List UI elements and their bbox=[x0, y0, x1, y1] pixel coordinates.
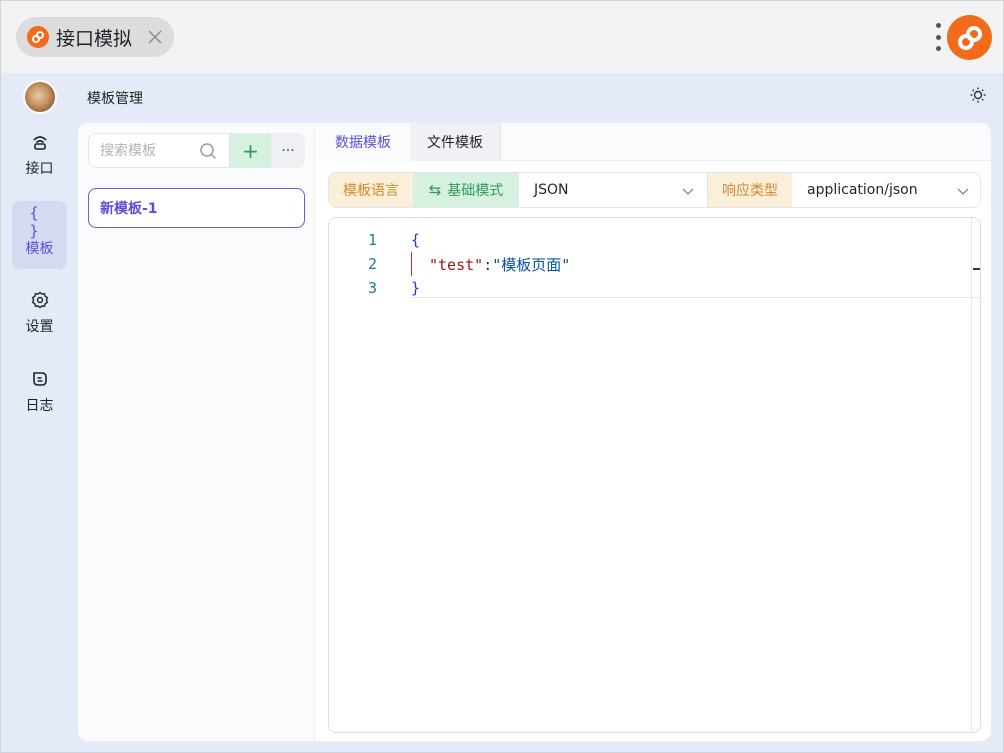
template-name: 新模板-1 bbox=[100, 201, 158, 217]
content-card: + ··· 新模板-1 数据模板 文件模板 模板语言 ⇆ 基础模式 bbox=[78, 123, 991, 741]
sidebar-item-label: 接口 bbox=[25, 161, 54, 177]
chevron-down-icon bbox=[681, 184, 695, 198]
sidebar-item-interfaces[interactable]: 接口 bbox=[12, 121, 67, 189]
editor-scrollbar[interactable] bbox=[971, 218, 980, 732]
app-logo-icon bbox=[27, 26, 49, 48]
code-editor[interactable]: 1 { 2 "test":"模板页面" 3 } bbox=[328, 217, 981, 733]
template-editor-panel: 数据模板 文件模板 模板语言 ⇆ 基础模式 JSON 响应类型 applicat… bbox=[316, 123, 991, 741]
page-title: 模板管理 bbox=[87, 91, 143, 107]
sidebar: 接口 { } 模板 设置 日志 bbox=[1, 73, 78, 752]
app-tab-title: 接口模拟 bbox=[56, 27, 133, 50]
chevron-down-icon bbox=[956, 184, 970, 198]
code-text: { bbox=[411, 231, 421, 249]
sidebar-item-settings[interactable]: 设置 bbox=[12, 279, 67, 347]
broadcast-icon bbox=[30, 132, 50, 152]
title-bar: 接口模拟 bbox=[1, 1, 1003, 73]
theme-toggle-button[interactable] bbox=[964, 83, 992, 111]
code-line: 3 } bbox=[329, 276, 980, 300]
code-text: "test":"模板页面" bbox=[429, 254, 570, 275]
json-value: "模板页面" bbox=[492, 255, 571, 274]
swap-icon: ⇆ bbox=[428, 181, 442, 199]
template-list-panel: + ··· 新模板-1 bbox=[78, 123, 315, 741]
main-area: 接口 { } 模板 设置 日志 模板管理 搜索模板 + ··· 新模板-1 数据… bbox=[1, 73, 1003, 752]
code-text: } bbox=[411, 279, 421, 297]
search-box[interactable] bbox=[88, 133, 230, 168]
template-toolbar: 模板语言 ⇆ 基础模式 JSON 响应类型 application/json bbox=[328, 172, 981, 208]
sidebar-item-logs[interactable]: 日志 bbox=[12, 358, 67, 426]
app-window: 接口模拟 接口 {} 模板 设置 日志 模板管理 搜索模板 + ··· 新模板… bbox=[0, 0, 1004, 753]
json-colon: : bbox=[483, 255, 493, 274]
brand-logo-icon bbox=[947, 15, 992, 60]
response-type-value: application/json bbox=[807, 182, 918, 198]
app-tab[interactable]: 接口模拟 bbox=[16, 17, 174, 57]
language-select-value: JSON bbox=[534, 182, 569, 198]
braces-icon: { } bbox=[29, 204, 41, 240]
sidebar-item-templates[interactable]: { } 模板 bbox=[12, 201, 67, 269]
search-input[interactable] bbox=[100, 142, 195, 159]
line-number: 3 bbox=[367, 279, 377, 297]
response-type-label: 响应类型 bbox=[708, 173, 792, 207]
sun-icon bbox=[969, 86, 987, 108]
template-language-label: 模板语言 bbox=[329, 173, 413, 207]
more-options-button[interactable]: ··· bbox=[271, 133, 305, 168]
response-type-select[interactable]: application/json bbox=[792, 173, 980, 207]
more-vertical-icon[interactable] bbox=[934, 23, 942, 51]
sidebar-item-label: 设置 bbox=[25, 319, 54, 335]
line-number: 2 bbox=[367, 255, 377, 273]
tab-bar: 数据模板 文件模板 bbox=[316, 123, 991, 161]
code-line: 1 { bbox=[329, 228, 980, 252]
gear-icon bbox=[30, 290, 50, 310]
mode-toggle-button[interactable]: ⇆ 基础模式 bbox=[413, 173, 519, 207]
mode-label: 基础模式 bbox=[447, 183, 504, 199]
avatar[interactable] bbox=[23, 80, 57, 114]
log-icon bbox=[30, 369, 50, 389]
language-select[interactable]: JSON bbox=[519, 173, 708, 207]
json-key: "test" bbox=[429, 255, 484, 274]
close-icon[interactable] bbox=[146, 28, 164, 46]
sidebar-item-label: 日志 bbox=[25, 398, 54, 414]
tab-data-template[interactable]: 数据模板 bbox=[316, 123, 410, 161]
search-icon[interactable] bbox=[199, 142, 217, 160]
template-list-item[interactable]: 新模板-1 bbox=[88, 188, 305, 228]
line-number: 1 bbox=[367, 231, 377, 249]
add-template-button[interactable]: + bbox=[230, 133, 271, 168]
sidebar-item-label: 模板 bbox=[25, 241, 54, 257]
tab-file-template[interactable]: 文件模板 bbox=[410, 123, 501, 161]
code-line: 2 "test":"模板页面" bbox=[329, 252, 980, 276]
